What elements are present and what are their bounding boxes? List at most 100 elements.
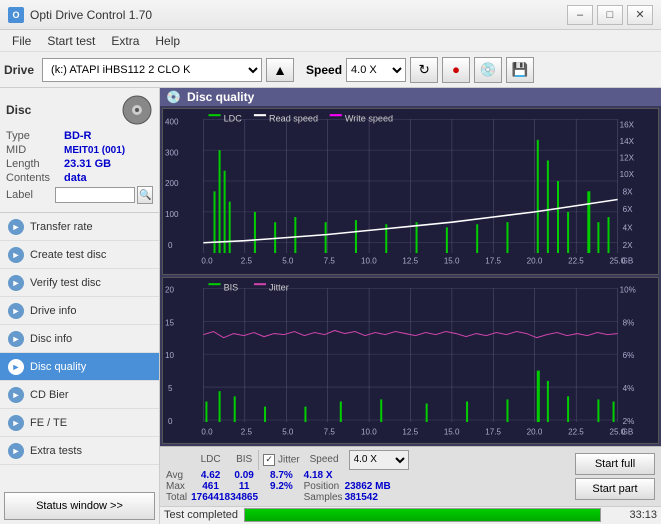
speed-label: Speed bbox=[306, 63, 342, 77]
nav-fe-te[interactable]: ► FE / TE bbox=[0, 409, 159, 437]
svg-text:10%: 10% bbox=[620, 285, 636, 294]
disc-quality-header-icon: 💿 bbox=[166, 90, 181, 104]
svg-text:12.5: 12.5 bbox=[402, 427, 418, 436]
disc-label-input[interactable] bbox=[55, 187, 135, 203]
svg-text:100: 100 bbox=[165, 210, 179, 219]
svg-text:8X: 8X bbox=[623, 188, 633, 197]
disc-label-row: Label 🔍 bbox=[6, 186, 153, 204]
disc-contents-row: Contents data bbox=[6, 172, 153, 184]
save-button[interactable]: 💾 bbox=[506, 57, 534, 83]
progress-bar-inner bbox=[245, 509, 600, 521]
start-part-button[interactable]: Start part bbox=[575, 478, 655, 500]
jitter-checkbox[interactable]: ✓ bbox=[263, 454, 275, 466]
svg-text:2.5: 2.5 bbox=[241, 257, 253, 266]
app-title: Opti Drive Control 1.70 bbox=[30, 8, 152, 22]
nav-cd-bier[interactable]: ► CD Bier bbox=[0, 381, 159, 409]
nav-disc-info-label: Disc info bbox=[30, 333, 72, 345]
stats-table: LDC BIS ✓ Jitter Speed 4.0 X Avg bbox=[166, 450, 413, 503]
titlebar: O Opti Drive Control 1.70 – □ ✕ bbox=[0, 0, 661, 30]
menu-extra[interactable]: Extra bbox=[103, 32, 147, 50]
minimize-button[interactable]: – bbox=[567, 5, 593, 25]
jitter-header: Jitter bbox=[278, 454, 300, 465]
avg-ldc: 4.62 bbox=[191, 470, 230, 481]
disc-type-row: Type BD-R bbox=[6, 130, 153, 142]
svg-text:10.0: 10.0 bbox=[361, 257, 377, 266]
nav-verify-test-disc-label: Verify test disc bbox=[30, 277, 101, 289]
nav-create-test-disc[interactable]: ► Create test disc bbox=[0, 241, 159, 269]
progress-bar-area: Test completed 33:13 bbox=[160, 506, 661, 524]
drive-info-icon: ► bbox=[8, 303, 24, 319]
speed-mode-select[interactable]: 4.0 X bbox=[349, 450, 409, 470]
nav-transfer-rate[interactable]: ► Transfer rate bbox=[0, 213, 159, 241]
nav-disc-quality[interactable]: ► Disc quality bbox=[0, 353, 159, 381]
svg-text:7.5: 7.5 bbox=[324, 257, 336, 266]
close-button[interactable]: ✕ bbox=[627, 5, 653, 25]
disc-label-button[interactable]: 🔍 bbox=[137, 186, 153, 204]
svg-text:20: 20 bbox=[165, 285, 174, 294]
svg-text:300: 300 bbox=[165, 149, 179, 158]
svg-text:4%: 4% bbox=[623, 384, 635, 393]
drive-label: Drive bbox=[4, 63, 34, 77]
svg-text:12.5: 12.5 bbox=[402, 257, 418, 266]
progress-bar-outer bbox=[244, 508, 601, 522]
menu-help[interactable]: Help bbox=[147, 32, 188, 50]
total-label: Total bbox=[166, 492, 191, 503]
nav-drive-info-label: Drive info bbox=[30, 305, 76, 317]
svg-text:17.5: 17.5 bbox=[485, 257, 501, 266]
red-button[interactable]: ● bbox=[442, 57, 470, 83]
eject-button[interactable]: ▲ bbox=[266, 58, 294, 82]
disc-icon bbox=[121, 94, 153, 126]
svg-text:2.5: 2.5 bbox=[241, 427, 253, 436]
svg-text:16X: 16X bbox=[620, 121, 635, 130]
svg-text:12X: 12X bbox=[620, 154, 635, 163]
svg-text:10.0: 10.0 bbox=[361, 427, 377, 436]
max-label: Max bbox=[166, 481, 191, 492]
menu-start-test[interactable]: Start test bbox=[39, 32, 103, 50]
ldc-chart-svg: LDC Read speed Write speed 0 100 200 300… bbox=[163, 109, 658, 274]
status-window-button[interactable]: Status window >> bbox=[4, 492, 155, 520]
nav-extra-tests-label: Extra tests bbox=[30, 445, 82, 457]
svg-text:LDC: LDC bbox=[224, 114, 243, 124]
max-jitter: 9.2% bbox=[259, 481, 303, 492]
disc-contents-label: Contents bbox=[6, 172, 64, 184]
nav-extra-tests[interactable]: ► Extra tests bbox=[0, 437, 159, 465]
cd-bier-icon: ► bbox=[8, 387, 24, 403]
svg-text:5: 5 bbox=[168, 384, 173, 393]
drive-select[interactable]: (k:) ATAPI iHBS112 2 CLO K bbox=[42, 58, 262, 82]
disc-length-label: Length bbox=[6, 158, 64, 170]
svg-text:Write speed: Write speed bbox=[345, 114, 393, 124]
avg-jitter: 8.7% bbox=[259, 470, 303, 481]
disc-title: Disc bbox=[6, 103, 31, 117]
fe-te-icon: ► bbox=[8, 415, 24, 431]
ldc-chart: LDC Read speed Write speed 0 100 200 300… bbox=[162, 108, 659, 275]
start-full-button[interactable]: Start full bbox=[575, 453, 655, 475]
total-bis: 34865 bbox=[230, 492, 258, 503]
sidebar: Disc Type BD-R MID MEIT01 (001) Length 2… bbox=[0, 88, 160, 524]
disc-mid-row: MID MEIT01 (001) bbox=[6, 144, 153, 156]
total-ldc: 1764418 bbox=[191, 492, 230, 503]
avg-bis: 0.09 bbox=[230, 470, 258, 481]
nav-verify-test-disc[interactable]: ► Verify test disc bbox=[0, 269, 159, 297]
speed-value-label: 4.18 X bbox=[304, 470, 345, 481]
nav-transfer-rate-label: Transfer rate bbox=[30, 221, 93, 233]
maximize-button[interactable]: □ bbox=[597, 5, 623, 25]
nav-drive-info[interactable]: ► Drive info bbox=[0, 297, 159, 325]
svg-text:0.0: 0.0 bbox=[201, 427, 213, 436]
nav-disc-info[interactable]: ► Disc info bbox=[0, 325, 159, 353]
svg-text:20.0: 20.0 bbox=[527, 257, 543, 266]
disc-type-value: BD-R bbox=[64, 130, 92, 142]
svg-text:10X: 10X bbox=[620, 170, 635, 179]
refresh-button[interactable]: ↻ bbox=[410, 57, 438, 83]
speed-select[interactable]: 4.0 X bbox=[346, 58, 406, 82]
menu-file[interactable]: File bbox=[4, 32, 39, 50]
disc-length-row: Length 23.31 GB bbox=[6, 158, 153, 170]
svg-text:7.5: 7.5 bbox=[324, 427, 336, 436]
stats-bar: LDC BIS ✓ Jitter Speed 4.0 X Avg bbox=[160, 446, 661, 506]
charts-area: LDC Read speed Write speed 0 100 200 300… bbox=[160, 106, 661, 445]
content-area: 💿 Disc quality bbox=[160, 88, 661, 524]
svg-text:GB: GB bbox=[622, 257, 634, 266]
svg-text:BIS: BIS bbox=[224, 282, 239, 292]
disc-info-icon: ► bbox=[8, 331, 24, 347]
svg-text:0: 0 bbox=[168, 417, 173, 426]
disc-button[interactable]: 💿 bbox=[474, 57, 502, 83]
